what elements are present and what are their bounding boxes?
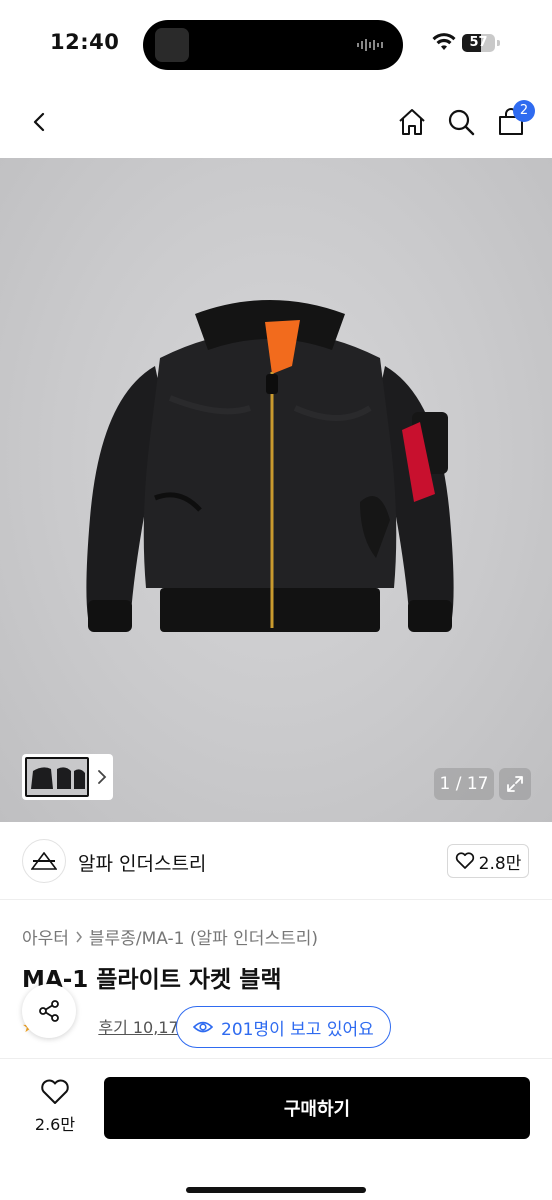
cart-button[interactable]: 2: [493, 100, 535, 140]
bottom-action-bar: 2.6만 구매하기: [0, 1058, 552, 1200]
brand-row: 알파 인더스트리 2.8만: [0, 822, 552, 900]
chevron-right-icon: [98, 770, 107, 784]
brand-name[interactable]: 알파 인더스트리: [78, 849, 206, 876]
viewers-badge: 201명이 보고 있어요: [176, 1006, 391, 1048]
alpha-logo-icon: [31, 852, 57, 870]
now-playing-artwork: [155, 28, 189, 62]
expand-icon: [507, 776, 523, 792]
battery-level: 57: [469, 35, 488, 50]
brand-logo[interactable]: [22, 839, 66, 883]
dynamic-island: [143, 20, 403, 70]
battery-indicator: 57: [462, 34, 500, 52]
breadcrumb-item[interactable]: 아우터: [22, 924, 69, 949]
thumbnail-image[interactable]: [25, 757, 89, 797]
buy-button[interactable]: 구매하기: [104, 1077, 530, 1139]
breadcrumb-item[interactable]: 블루종/MA-1 (알파 인더스트리): [89, 924, 318, 949]
status-bar: 12:40 57: [0, 0, 552, 90]
thumbnail-strip[interactable]: [22, 754, 113, 800]
home-icon: [399, 109, 425, 135]
wifi-icon: [432, 33, 456, 50]
chevron-right-icon: [76, 931, 82, 942]
brand-like-button[interactable]: 2.8만: [447, 844, 529, 878]
heart-icon: [41, 1079, 69, 1104]
brand-like-count: 2.8만: [478, 853, 522, 874]
home-button[interactable]: [394, 104, 430, 140]
image-counter: 1 / 17: [434, 768, 494, 800]
wishlist-count: 2.6만: [34, 1115, 76, 1134]
share-icon: [39, 1000, 59, 1022]
audio-wave-icon: [357, 39, 383, 51]
eye-icon: [193, 1021, 213, 1033]
top-header: 2: [0, 90, 552, 158]
breadcrumb: 아우터 블루종/MA-1 (알파 인더스트리): [22, 924, 318, 949]
heart-icon: [455, 852, 474, 869]
product-image-gallery[interactable]: 1 / 17: [0, 158, 552, 822]
cart-count-badge: 2: [513, 100, 535, 122]
thumbnail-next-button[interactable]: [94, 762, 110, 792]
share-button[interactable]: [22, 984, 76, 1038]
back-button[interactable]: [22, 104, 58, 140]
search-button[interactable]: [443, 104, 479, 140]
home-indicator: [186, 1187, 366, 1193]
expand-button[interactable]: [499, 768, 531, 800]
viewers-text: 201명이 보고 있어요: [221, 1019, 374, 1040]
wishlist-button[interactable]: 2.6만: [22, 1079, 88, 1145]
search-icon: [448, 109, 475, 136]
status-time: 12:40: [50, 30, 120, 54]
chevron-left-icon: [33, 112, 45, 132]
product-image-jacket: [86, 300, 454, 632]
